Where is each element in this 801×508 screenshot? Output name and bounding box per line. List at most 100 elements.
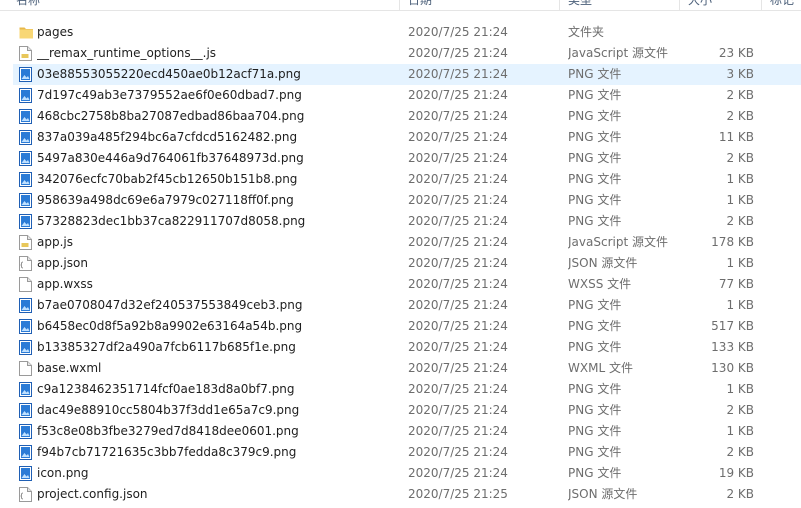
file-row[interactable]: f53c8e08b3fbe3279ed7d8418dee0601.png 2020… [0,421,801,442]
file-type: JavaScript 源文件 [568,235,668,249]
file-row[interactable]: dac49e88910cc5804b37f3dd1e65a7c9.png 2020… [0,400,801,421]
blank-file-icon [19,361,33,376]
file-date: 2020/7/25 21:24 [408,319,508,333]
column-header-size[interactable]: 大小 [682,0,762,10]
file-name: __remax_runtime_options__.js [37,46,217,60]
column-header-date[interactable]: 日期 [402,0,560,10]
file-type: PNG 文件 [568,466,622,480]
file-type: PNG 文件 [568,319,622,333]
file-size: 133 KB [711,340,754,354]
png-file-icon [19,214,33,229]
file-row[interactable]: app.wxss 2020/7/25 21:24 WXSS 文件 77 KB [0,274,801,295]
png-file-icon [19,67,33,82]
file-name: 03e88553055220ecd450ae0b12acf71a.png [37,67,301,81]
file-type: PNG 文件 [568,382,622,396]
file-date: 2020/7/25 21:24 [408,25,508,39]
file-row[interactable]: 7d197c49ab3e7379552ae6f0e60dbad7.png 2020… [0,85,801,106]
js-file-icon [19,46,33,61]
file-type: PNG 文件 [568,403,622,417]
file-date: 2020/7/25 21:24 [408,193,508,207]
folder-icon [19,25,33,40]
file-type: PNG 文件 [568,88,622,102]
file-size [684,22,754,43]
file-type: WXSS 文件 [568,277,632,291]
file-row[interactable]: b13385327df2a490a7fcb6117b685f1e.png 2020… [0,337,801,358]
file-size: 2 KB [726,151,754,165]
file-row[interactable]: b6458ec0d8f5a92b8a9902e63164a54b.png 2020… [0,316,801,337]
file-size: 130 KB [711,361,754,375]
file-date: 2020/7/25 21:24 [408,298,508,312]
file-date: 2020/7/25 21:24 [408,277,508,291]
file-row[interactable]: c9a1238462351714fcf0ae183d8a0bf7.png 2020… [0,379,801,400]
png-file-icon [19,445,33,460]
file-type: PNG 文件 [568,193,622,207]
file-row[interactable]: app.js 2020/7/25 21:24 JavaScript 源文件 178 K… [0,232,801,253]
file-row[interactable]: f94b7cb71721635c3bb7fedda8c379c9.png 2020… [0,442,801,463]
file-size: 11 KB [718,130,754,144]
file-date: 2020/7/25 21:24 [408,235,508,249]
file-date: 2020/7/25 21:25 [408,487,508,501]
file-date: 2020/7/25 21:24 [408,151,508,165]
file-row[interactable]: project.config.json 2020/7/25 21:25 JSON 源… [0,484,801,505]
file-row[interactable]: 03e88553055220ecd450ae0b12acf71a.png 2020… [0,64,801,85]
file-name: base.wxml [37,361,102,375]
file-name: 958639a498dc69e6a7979c027118ff0f.png [37,193,294,207]
file-name: f53c8e08b3fbe3279ed7d8418dee0601.png [37,424,299,438]
file-size: 19 KB [718,466,754,480]
column-header-name[interactable]: 名称 [10,0,400,10]
file-row[interactable]: pages 2020/7/25 21:24 文件夹 [0,22,801,43]
file-type: PNG 文件 [568,214,622,228]
file-size: 3 KB [726,67,754,81]
file-name: icon.png [37,466,89,480]
file-row[interactable]: 468cbc2758b8ba27087edbad86baa704.png 2020… [0,106,801,127]
file-size: 1 KB [726,382,754,396]
png-file-icon [19,172,33,187]
file-date: 2020/7/25 21:24 [408,424,508,438]
file-name: pages [37,25,74,39]
file-size: 178 KB [711,235,754,249]
file-row[interactable]: icon.png 2020/7/25 21:24 PNG 文件 19 KB [0,463,801,484]
json-file-icon [19,487,33,502]
file-row[interactable]: 57328823dec1bb37ca822911707d8058.png 2020… [0,211,801,232]
png-file-icon [19,340,33,355]
file-row[interactable]: app.json 2020/7/25 21:24 JSON 源文件 1 KB [0,253,801,274]
js-file-icon [19,235,33,250]
file-type: PNG 文件 [568,298,622,312]
file-row[interactable]: 958639a498dc69e6a7979c027118ff0f.png 2020… [0,190,801,211]
file-explorer-window: 名称 日期 类型 大小 标记 pages 2020/7/25 21:24 文件夹 __… [0,0,801,508]
json-file-icon [19,256,33,271]
file-size: 517 KB [711,319,754,333]
file-size: 23 KB [718,46,754,60]
column-header-bar: 名称 日期 类型 大小 标记 [0,0,801,11]
png-file-icon [19,151,33,166]
file-date: 2020/7/25 21:24 [408,382,508,396]
file-row[interactable]: 837a039a485f294bc6a7cfdcd5162482.png 2020… [0,127,801,148]
blank-file-icon [19,277,33,292]
file-row[interactable]: 5497a830e446a9d764061fb37648973d.png 2020… [0,148,801,169]
file-row[interactable]: b7ae0708047d32ef240537553849ceb3.png 2020… [0,295,801,316]
png-file-icon [19,382,33,397]
file-size: 1 KB [726,298,754,312]
column-header-type[interactable]: 类型 [562,0,680,10]
file-name: app.json [37,256,88,270]
png-file-icon [19,130,33,145]
file-date: 2020/7/25 21:24 [408,88,508,102]
file-type: PNG 文件 [568,151,622,165]
file-name: c9a1238462351714fcf0ae183d8a0bf7.png [37,382,295,396]
file-date: 2020/7/25 21:24 [408,130,508,144]
column-header-tags[interactable]: 标记 [764,0,801,10]
file-date: 2020/7/25 21:24 [408,172,508,186]
file-row[interactable]: 342076ecfc70bab2f45cb12650b151b8.png 2020… [0,169,801,190]
file-name: 7d197c49ab3e7379552ae6f0e60dbad7.png [37,88,302,102]
file-type: PNG 文件 [568,340,622,354]
file-type: JSON 源文件 [568,487,638,501]
file-size: 1 KB [726,424,754,438]
file-type: PNG 文件 [568,172,622,186]
file-name: 5497a830e446a9d764061fb37648973d.png [37,151,304,165]
file-name: app.js [37,235,73,249]
file-type: PNG 文件 [568,445,622,459]
file-row[interactable]: __remax_runtime_options__.js 2020/7/25 21… [0,43,801,64]
file-row[interactable]: base.wxml 2020/7/25 21:24 WXML 文件 130 KB [0,358,801,379]
file-date: 2020/7/25 21:24 [408,109,508,123]
file-name: project.config.json [37,487,148,501]
